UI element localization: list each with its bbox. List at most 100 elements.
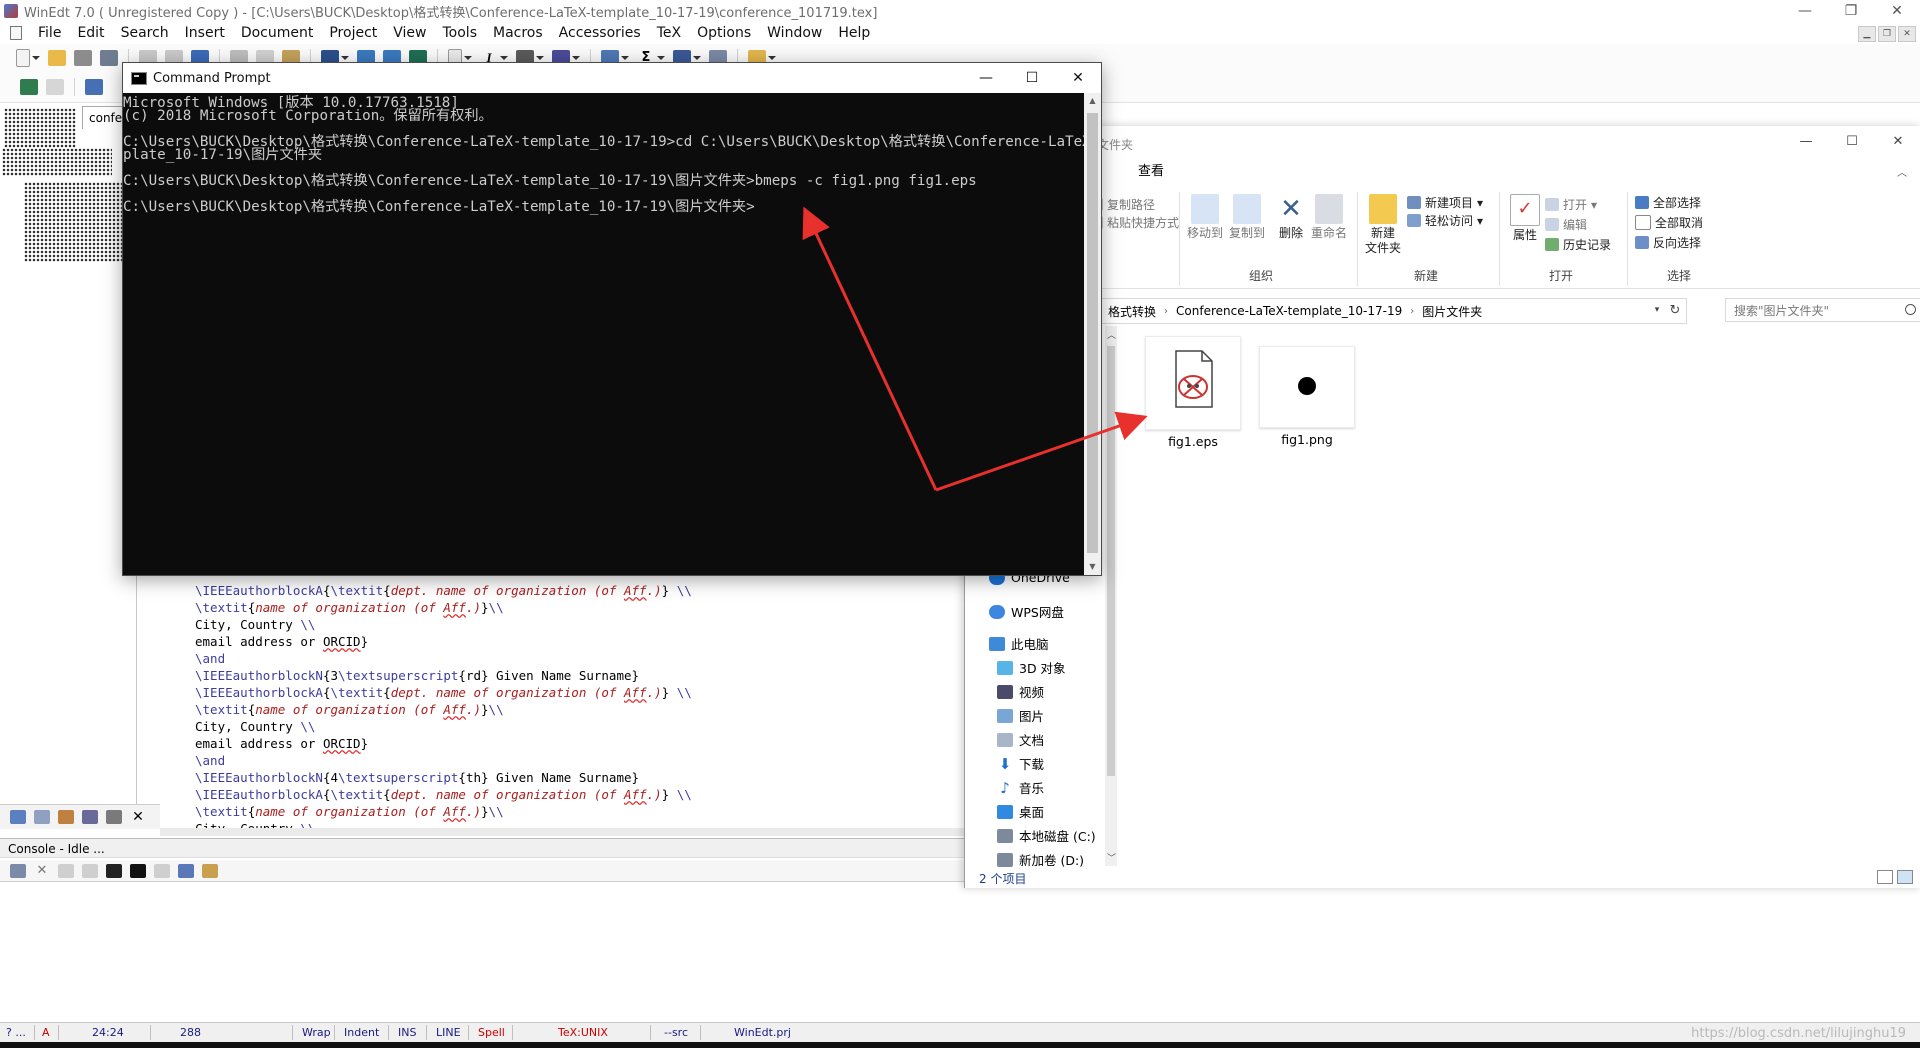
ribbon-tab-view[interactable]: 查看 [1138, 160, 1164, 179]
tree-view-icon[interactable] [10, 810, 26, 824]
copy-to-button[interactable]: 复制到 [1225, 194, 1269, 241]
move-to-button[interactable]: 移动到 [1183, 194, 1227, 241]
tree-gather-icon[interactable] [58, 810, 74, 824]
status-project[interactable]: WinEdt.prj [734, 1026, 791, 1039]
nav-item-this-pc[interactable]: 此电脑 [989, 634, 1049, 653]
status-help[interactable]: ? ... [6, 1026, 26, 1039]
list-dropdown-icon[interactable] [572, 56, 580, 60]
print-icon[interactable] [100, 50, 118, 66]
document-icon[interactable] [10, 26, 22, 40]
mdi-restore-icon[interactable]: ❐ [1878, 26, 1896, 42]
search-icon[interactable] [1905, 304, 1916, 315]
explorer-maximize-button[interactable]: ☐ [1829, 126, 1875, 156]
status-line[interactable]: LINE [436, 1026, 461, 1039]
cmd-maximize-button[interactable]: ☐ [1009, 63, 1055, 93]
nav-item-videos[interactable]: 视频 [997, 682, 1044, 701]
nav-item-drive-d[interactable]: 新加卷 (D:) [997, 850, 1084, 869]
status-indent[interactable]: Indent [344, 1026, 379, 1039]
breadcrumb-item[interactable]: 图片文件夹 [1422, 303, 1482, 320]
file-item-png[interactable]: fig1.png [1259, 346, 1355, 456]
project-dropdown-icon[interactable] [768, 56, 776, 60]
rename-button[interactable]: 重命名 [1307, 194, 1351, 241]
console-cmd-icon[interactable] [130, 863, 146, 878]
winedt-minimize-button[interactable]: — [1782, 0, 1828, 22]
scroll-down-icon[interactable]: ﹀ [1107, 851, 1116, 864]
menu-view[interactable]: View [385, 22, 434, 44]
console-clear-icon[interactable]: ✕ [34, 863, 50, 878]
menu-accessories[interactable]: Accessories [551, 22, 649, 44]
console-stop-icon[interactable] [154, 863, 170, 878]
winedt-close-button[interactable]: ✕ [1874, 0, 1920, 22]
new-folder-button[interactable]: 新建 文件夹 [1361, 194, 1405, 256]
cmd-close-button[interactable]: ✕ [1055, 63, 1101, 93]
console-terminal-icon[interactable] [106, 863, 122, 878]
select-all-button[interactable]: 全部选择 [1635, 194, 1701, 211]
new-dropdown-icon[interactable] [32, 56, 40, 60]
table-dropdown-icon[interactable] [621, 56, 629, 60]
menu-macros[interactable]: Macros [485, 22, 551, 44]
status-spell[interactable]: Spell [478, 1026, 505, 1039]
ribbon-collapse-icon[interactable]: ︿ [1897, 164, 1907, 179]
menu-document[interactable]: Document [233, 22, 322, 44]
format-dropdown-icon[interactable] [536, 56, 544, 60]
menu-options[interactable]: Options [689, 22, 759, 44]
nav-item-drive-c[interactable]: 本地磁盘 (C:) [997, 826, 1096, 845]
italic-dropdown-icon[interactable] [500, 56, 508, 60]
status-mode-tex[interactable]: TeX:UNIX [558, 1026, 608, 1039]
nav-item-pictures[interactable]: 图片 [997, 706, 1044, 725]
refresh-icon[interactable]: ↻ [1665, 298, 1685, 322]
search-input[interactable]: 搜索"图片文件夹" [1725, 298, 1920, 322]
nav-item-desktop[interactable]: 桌面 [997, 802, 1044, 821]
menu-tools[interactable]: Tools [435, 22, 486, 44]
tree-search-icon[interactable] [34, 810, 50, 824]
menu-window[interactable]: Window [759, 22, 830, 44]
status-src[interactable]: --src [664, 1026, 688, 1039]
menu-help[interactable]: Help [830, 22, 878, 44]
scroll-up-icon[interactable]: ︿ [1107, 328, 1116, 341]
menu-tex[interactable]: TeX [649, 22, 689, 44]
nav-item-3d-objects[interactable]: 3D 对象 [997, 658, 1066, 677]
open-folder-icon[interactable] [48, 50, 66, 66]
cmd-scroll-thumb[interactable] [1087, 113, 1098, 553]
select-none-button[interactable]: 全部取消 [1635, 214, 1703, 231]
console-monitor-icon[interactable] [178, 863, 194, 878]
nav-item-documents[interactable]: 文档 [997, 730, 1044, 749]
nav-item-wps[interactable]: WPS网盘 [989, 602, 1064, 621]
menu-edit[interactable]: Edit [69, 22, 112, 44]
mdi-minimize-icon[interactable]: ▁ [1858, 26, 1876, 42]
cmd-minimize-button[interactable]: — [963, 63, 1009, 93]
address-dropdown-icon[interactable]: ▾ [1649, 298, 1665, 322]
console-folder-icon[interactable] [202, 863, 218, 878]
mdi-close-icon[interactable]: ✕ [1898, 26, 1916, 42]
properties-button[interactable]: ✓ 属性 [1503, 194, 1547, 243]
large-icons-view-icon[interactable] [1897, 870, 1913, 884]
math-dropdown-icon[interactable] [657, 56, 665, 60]
new-file-icon[interactable] [16, 49, 30, 67]
page-dropdown-icon[interactable] [464, 56, 472, 60]
menu-search[interactable]: Search [113, 22, 177, 44]
tree-icon[interactable] [20, 79, 38, 95]
console-output[interactable] [0, 882, 1920, 1022]
console-icon[interactable] [10, 863, 26, 878]
paste-shortcut-button[interactable]: 粘贴快捷方式 [1089, 214, 1179, 231]
breadcrumb-item[interactable]: Conference-LaTeX-template_10-17-19 [1176, 304, 1402, 318]
menu-file[interactable]: File [30, 22, 69, 44]
tree-close-icon[interactable]: ✕ [130, 810, 146, 824]
explorer-close-button[interactable]: ✕ [1875, 126, 1920, 156]
breadcrumb-item[interactable]: 格式转换 [1108, 303, 1156, 320]
edit-button[interactable]: 编辑 [1545, 216, 1587, 233]
winedt-maximize-button[interactable]: ❐ [1828, 0, 1874, 22]
details-view-icon[interactable] [1877, 870, 1893, 884]
file-item-eps[interactable]: fig1.eps [1145, 336, 1241, 449]
nav-scrollbar[interactable]: ︿ ﹀ [1105, 326, 1117, 866]
hierarchy-icon[interactable] [85, 79, 103, 95]
find-dropdown-icon[interactable] [341, 56, 349, 60]
menu-insert[interactable]: Insert [177, 22, 233, 44]
console-copy-icon[interactable] [82, 863, 98, 878]
address-bar[interactable]: › 格式转换 › Conference-LaTeX-template_10-17… [1089, 298, 1687, 324]
nav-item-music[interactable]: ♪ 音乐 [997, 778, 1044, 797]
menu-project[interactable]: Project [321, 22, 385, 44]
cmd-title-bar[interactable]: Command Prompt — ☐ ✕ [123, 63, 1101, 93]
invert-selection-button[interactable]: 反向选择 [1635, 234, 1701, 251]
save-icon[interactable] [74, 50, 92, 66]
